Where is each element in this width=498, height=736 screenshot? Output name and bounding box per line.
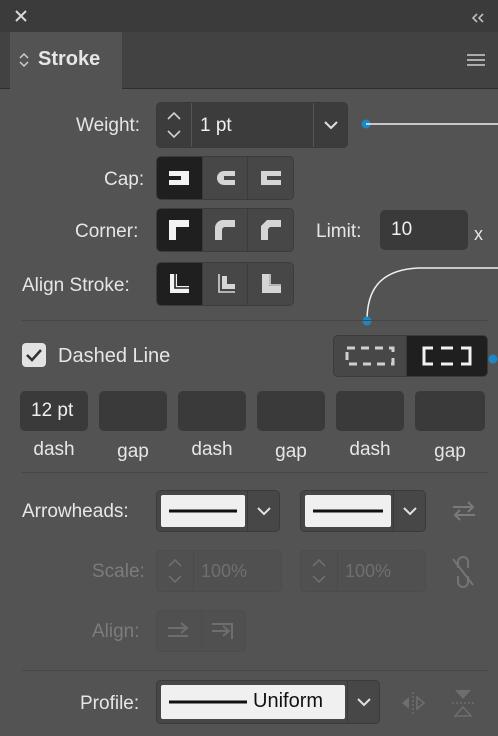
- unlink-icon[interactable]: [450, 556, 476, 588]
- start-scale-control: 100%: [156, 550, 282, 592]
- weight-label: Weight:: [76, 115, 141, 136]
- end-scale-stepper[interactable]: [301, 551, 338, 591]
- align-dashes-to-corners-icon: [422, 346, 472, 366]
- close-icon[interactable]: [14, 9, 28, 23]
- dash-2-input[interactable]: [178, 391, 246, 431]
- panel-title-bar: [0, 0, 498, 32]
- divider: [22, 472, 488, 473]
- preserve-exact-dash-icon: [345, 346, 395, 366]
- limit-value: 10: [391, 219, 413, 240]
- align-dashes-to-corners-button[interactable]: [406, 336, 487, 376]
- weight-dropdown-button[interactable]: [313, 103, 348, 147]
- profile-value: Uniform: [253, 690, 324, 712]
- chevron-down-icon: [347, 681, 379, 723]
- align-outside-button[interactable]: [247, 263, 293, 305]
- gap-1-label: gap: [117, 441, 149, 462]
- bevel-join-icon: [260, 220, 281, 240]
- limit-unit: x: [474, 224, 483, 244]
- align-label: Align:: [92, 621, 140, 642]
- hamburger-icon[interactable]: [466, 52, 486, 68]
- projecting-cap-icon: [260, 171, 281, 185]
- arrowheads-label: Arrowheads:: [22, 501, 129, 522]
- arrow-tip-beyond-end-icon: [167, 622, 189, 637]
- round-cap-icon: [217, 171, 235, 185]
- end-arrowhead-dropdown[interactable]: [300, 490, 426, 532]
- align-stroke-options: [156, 262, 294, 306]
- gap-1-input[interactable]: [99, 391, 167, 431]
- projecting-cap-button[interactable]: [247, 157, 293, 199]
- miter-join-icon: [169, 220, 190, 240]
- arrow-tip-at-end-icon: [212, 623, 234, 639]
- dash-1-input[interactable]: 12 pt: [20, 391, 88, 431]
- cap-label: Cap:: [104, 169, 145, 190]
- flip-horizontal-icon[interactable]: [398, 690, 428, 716]
- limit-label: Limit:: [316, 221, 362, 242]
- align-inside-icon: [218, 274, 235, 293]
- chevron-down-icon: [247, 491, 279, 531]
- align-center-button[interactable]: [157, 263, 202, 305]
- flip-vertical-icon[interactable]: [450, 686, 476, 720]
- align-stroke-label: Align Stroke:: [22, 275, 130, 296]
- align-inside-button[interactable]: [201, 263, 248, 305]
- align-center-icon: [170, 274, 190, 293]
- callout-line-dash-mode: [358, 262, 498, 332]
- double-chevron-icon[interactable]: [470, 11, 486, 23]
- limit-input[interactable]: 10: [380, 210, 468, 250]
- miter-join-button[interactable]: [157, 209, 202, 251]
- callout-dot-dash-mode: [488, 351, 498, 364]
- divider: [22, 320, 488, 321]
- dash-2-label: dash: [191, 439, 233, 460]
- arrow-tip-beyond-end-button[interactable]: [157, 611, 201, 651]
- align-outside-icon: [261, 274, 281, 293]
- tab-stroke-label: Stroke: [38, 48, 101, 70]
- butt-cap-button[interactable]: [157, 157, 202, 199]
- arrow-tip-at-end-button[interactable]: [200, 611, 246, 651]
- chevron-down-icon: [393, 491, 425, 531]
- corner-label: Corner:: [75, 221, 139, 242]
- end-scale-input[interactable]: 100%: [345, 559, 391, 583]
- dash-1-value: 12 pt: [31, 400, 74, 421]
- preserve-exact-dash-button[interactable]: [334, 336, 406, 376]
- profile-label: Profile:: [80, 693, 140, 714]
- cap-options: [156, 156, 294, 200]
- round-join-icon: [215, 220, 235, 240]
- dashed-line-checkbox[interactable]: [22, 343, 46, 367]
- dashed-line-label: Dashed Line: [58, 345, 171, 367]
- weight-stepper[interactable]: [157, 103, 192, 147]
- start-arrowhead-dropdown[interactable]: [156, 490, 280, 532]
- butt-cap-icon: [169, 171, 190, 185]
- end-arrowhead-swatch: [305, 495, 391, 527]
- start-arrowhead-swatch: [161, 495, 245, 527]
- gap-3-label: gap: [434, 441, 466, 462]
- start-scale-input[interactable]: 100%: [201, 559, 247, 583]
- dash-3-label: dash: [349, 439, 391, 460]
- gap-2-input[interactable]: [257, 391, 325, 431]
- bevel-join-button[interactable]: [247, 209, 293, 251]
- gap-2-label: gap: [275, 441, 307, 462]
- round-join-button[interactable]: [201, 209, 248, 251]
- end-scale-control: 100%: [300, 550, 426, 592]
- start-scale-stepper[interactable]: [157, 551, 194, 591]
- profile-swatch: Uniform: [161, 685, 345, 719]
- scale-label: Scale:: [92, 561, 145, 582]
- gap-3-input[interactable]: [415, 391, 485, 431]
- dash-3-input[interactable]: [336, 391, 404, 431]
- dash-1-label: dash: [33, 439, 75, 460]
- dash-mode-options: [333, 335, 488, 377]
- divider: [22, 670, 488, 671]
- diamond-arrows-icon: [18, 51, 30, 69]
- corner-options: [156, 208, 294, 252]
- profile-dropdown[interactable]: Uniform: [156, 680, 380, 724]
- swap-arrowheads-icon[interactable]: [450, 499, 478, 523]
- callout-line-weight: [358, 116, 498, 132]
- round-cap-button[interactable]: [201, 157, 248, 199]
- weight-input[interactable]: 1 pt: [200, 114, 232, 138]
- arrow-align-options: [156, 610, 246, 652]
